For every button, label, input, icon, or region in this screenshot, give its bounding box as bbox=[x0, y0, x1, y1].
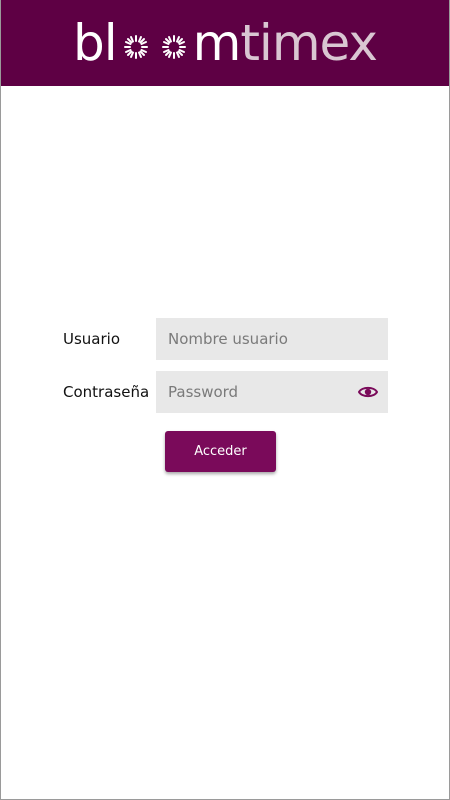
password-field-box bbox=[156, 371, 388, 413]
username-input[interactable] bbox=[156, 318, 388, 360]
username-row: Usuario bbox=[63, 318, 389, 360]
password-label: Contraseña bbox=[63, 383, 150, 401]
submit-row: Acceder bbox=[165, 431, 276, 472]
logo-text-bl: bl bbox=[72, 14, 118, 72]
bloomtimex-logo: bl m timex bbox=[72, 13, 378, 73]
eye-icon[interactable] bbox=[357, 383, 379, 401]
password-input[interactable] bbox=[156, 371, 388, 413]
login-button[interactable]: Acceder bbox=[165, 431, 276, 472]
username-field-box bbox=[156, 318, 388, 360]
logo-flower-o-icon bbox=[118, 29, 154, 65]
logo-flower-o-icon bbox=[156, 29, 192, 65]
password-row: Contraseña bbox=[63, 371, 389, 413]
username-label: Usuario bbox=[63, 330, 121, 348]
logo-text-m: m bbox=[192, 14, 242, 72]
login-form: Usuario Contraseña bbox=[63, 318, 389, 424]
logo-text-timex: timex bbox=[240, 14, 378, 72]
header-bar: bl m timex bbox=[1, 0, 449, 86]
app-frame: bl m timex Usuario Nombre usuario Contra… bbox=[0, 0, 450, 800]
